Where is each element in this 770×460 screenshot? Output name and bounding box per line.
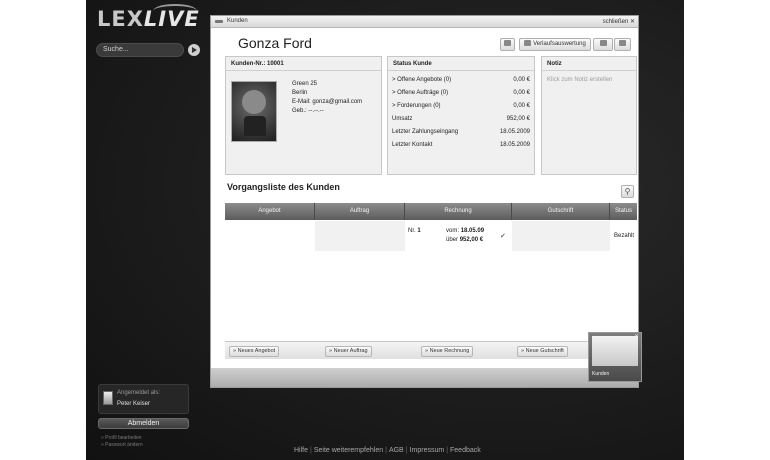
note-header: Notiz xyxy=(542,57,636,71)
search-input[interactable]: Suche... xyxy=(96,43,184,57)
cell-angebot xyxy=(225,221,315,251)
status-panel: Status Kunde > Offene Angebote (0) 0,00 €… xyxy=(387,56,535,175)
minimized-label: Kunden xyxy=(592,371,610,377)
status-header: Status Kunde xyxy=(388,57,534,71)
col-angebot[interactable]: Angebot xyxy=(225,203,315,220)
invoice-number: Nr. 1 xyxy=(408,228,421,234)
status-badge: Bezahlt xyxy=(613,233,634,239)
invoice-amount: über 952,00 € xyxy=(446,237,484,243)
logout-button[interactable]: Abmelden xyxy=(98,418,189,429)
customer-birthday: Geb.: --.--.-- xyxy=(292,108,324,114)
avatar xyxy=(103,391,113,405)
address-city: Berlin xyxy=(292,90,308,96)
lexlive-logo: LEXLIVE xyxy=(97,4,200,31)
status-row-claims[interactable]: > Forderungen (0) 0,00 € xyxy=(392,101,530,113)
change-password-link[interactable]: » Passwort ändern xyxy=(101,442,143,448)
window-icon xyxy=(215,20,223,23)
export-button[interactable] xyxy=(614,38,631,51)
filter-icon[interactable]: ⚲ xyxy=(621,185,634,198)
logo-swoosh xyxy=(153,4,197,18)
customer-photo xyxy=(231,81,277,142)
footer-link-recommend[interactable]: Seite weiterempfehlen xyxy=(314,447,383,454)
edit-button[interactable] xyxy=(593,38,613,51)
footer-link-impressum[interactable]: Impressum xyxy=(410,447,445,454)
user-name: Peter Keiser xyxy=(117,401,151,407)
col-status[interactable]: Status xyxy=(610,203,637,220)
col-rechnung[interactable]: Rechnung xyxy=(405,203,512,220)
note-panel[interactable]: Notiz Klick zum Notiz erstellen xyxy=(541,56,637,175)
status-row-last-contact: Letzter Kontakt 18.05.2009 xyxy=(392,142,530,148)
new-order-button[interactable]: » Neuer Auftrag xyxy=(325,346,372,357)
status-row-last-payment: Letzter Zahlungseingang 18.05.2009 xyxy=(392,129,530,135)
status-row-orders[interactable]: > Offene Aufträge (0) 0,00 € xyxy=(392,88,530,100)
status-row-revenue: Umsatz 952,00 € xyxy=(392,116,530,122)
search-go-icon[interactable] xyxy=(188,44,200,56)
print-icon xyxy=(504,40,511,47)
logged-in-label: Angemeldet als: xyxy=(117,390,161,396)
col-gutschrift[interactable]: Gutschrift xyxy=(512,203,610,220)
window-title: Kunden xyxy=(227,18,248,24)
customer-name: Gonza Ford xyxy=(238,35,312,51)
export-icon xyxy=(619,40,626,47)
logo-prefix: LEX xyxy=(97,7,144,31)
window-thumbnail xyxy=(592,336,638,366)
edit-profile-link[interactable]: » Profil bearbeiten xyxy=(101,435,142,441)
cell-gutschrift xyxy=(512,221,610,251)
note-placeholder[interactable]: Klick zum Notiz erstellen xyxy=(547,77,612,83)
customer-email: E-Mail: gonza@gmail.com xyxy=(292,99,363,105)
app-background: LEXLIVE Suche... Angemeldet als: Peter K… xyxy=(86,0,684,460)
customer-number: Kunden-Nr.: 10001 xyxy=(226,57,381,71)
window-footer xyxy=(211,368,638,387)
pencil-icon xyxy=(599,40,607,47)
table-row[interactable]: Nr. 1 vom: 18.05.09 über 952,00 € ✔ Beza… xyxy=(225,221,637,251)
print-button[interactable] xyxy=(500,38,515,51)
transactions-header: Angebot Auftrag Rechnung Gutschrift Stat… xyxy=(225,203,637,220)
footer-link-help[interactable]: Hilfe xyxy=(294,447,308,454)
minimized-window-tile[interactable]: ✕ Kunden xyxy=(588,332,642,382)
cell-rechnung[interactable]: Nr. 1 vom: 18.05.09 über 952,00 € ✔ xyxy=(405,221,512,251)
new-invoice-button[interactable]: » Neue Rechnung xyxy=(421,346,474,357)
new-credit-note-button[interactable]: » Neue Gutschrift xyxy=(517,346,568,357)
address-street: Green 25 xyxy=(292,81,318,87)
history-report-button[interactable]: Verlaufsauswertung xyxy=(519,38,591,51)
chart-icon xyxy=(524,40,532,47)
cell-auftrag xyxy=(315,221,405,251)
page: LEXLIVE Suche... Angemeldet als: Peter K… xyxy=(0,0,770,460)
transactions-title: Vorgangsliste des Kunden xyxy=(227,182,340,192)
footer-link-agb[interactable]: AGB xyxy=(389,447,404,454)
new-offer-button[interactable]: » Neues Angebot xyxy=(229,346,280,357)
status-row-offers[interactable]: > Offene Angebote (0) 0,00 € xyxy=(392,75,530,87)
customer-panel: Kunden-Nr.: 10001 Green 25 Berlin E-Mail… xyxy=(225,56,382,175)
footer-link-feedback[interactable]: Feedback xyxy=(450,447,481,454)
close-icon[interactable]: ✕ xyxy=(634,333,639,340)
col-auftrag[interactable]: Auftrag xyxy=(315,203,405,220)
action-bar: » Neues Angebot » Neuer Auftrag » Neue R… xyxy=(225,341,637,359)
cell-status: Bezahlt xyxy=(610,221,637,251)
customer-window: Kunden schließen ✕ Gonza Ford Verlaufsau… xyxy=(210,15,639,388)
footer-links: Hilfe | Seite weiterempfehlen | AGB | Impressu… xyxy=(294,447,481,454)
logged-in-box: Angemeldet als: Peter Keiser xyxy=(98,384,189,414)
window-titlebar[interactable]: Kunden schließen ✕ xyxy=(211,16,638,28)
close-button[interactable]: schließen ✕ xyxy=(603,18,635,25)
paid-check-icon: ✔ xyxy=(500,233,506,240)
invoice-date: vom: 18.05.09 xyxy=(446,228,485,234)
